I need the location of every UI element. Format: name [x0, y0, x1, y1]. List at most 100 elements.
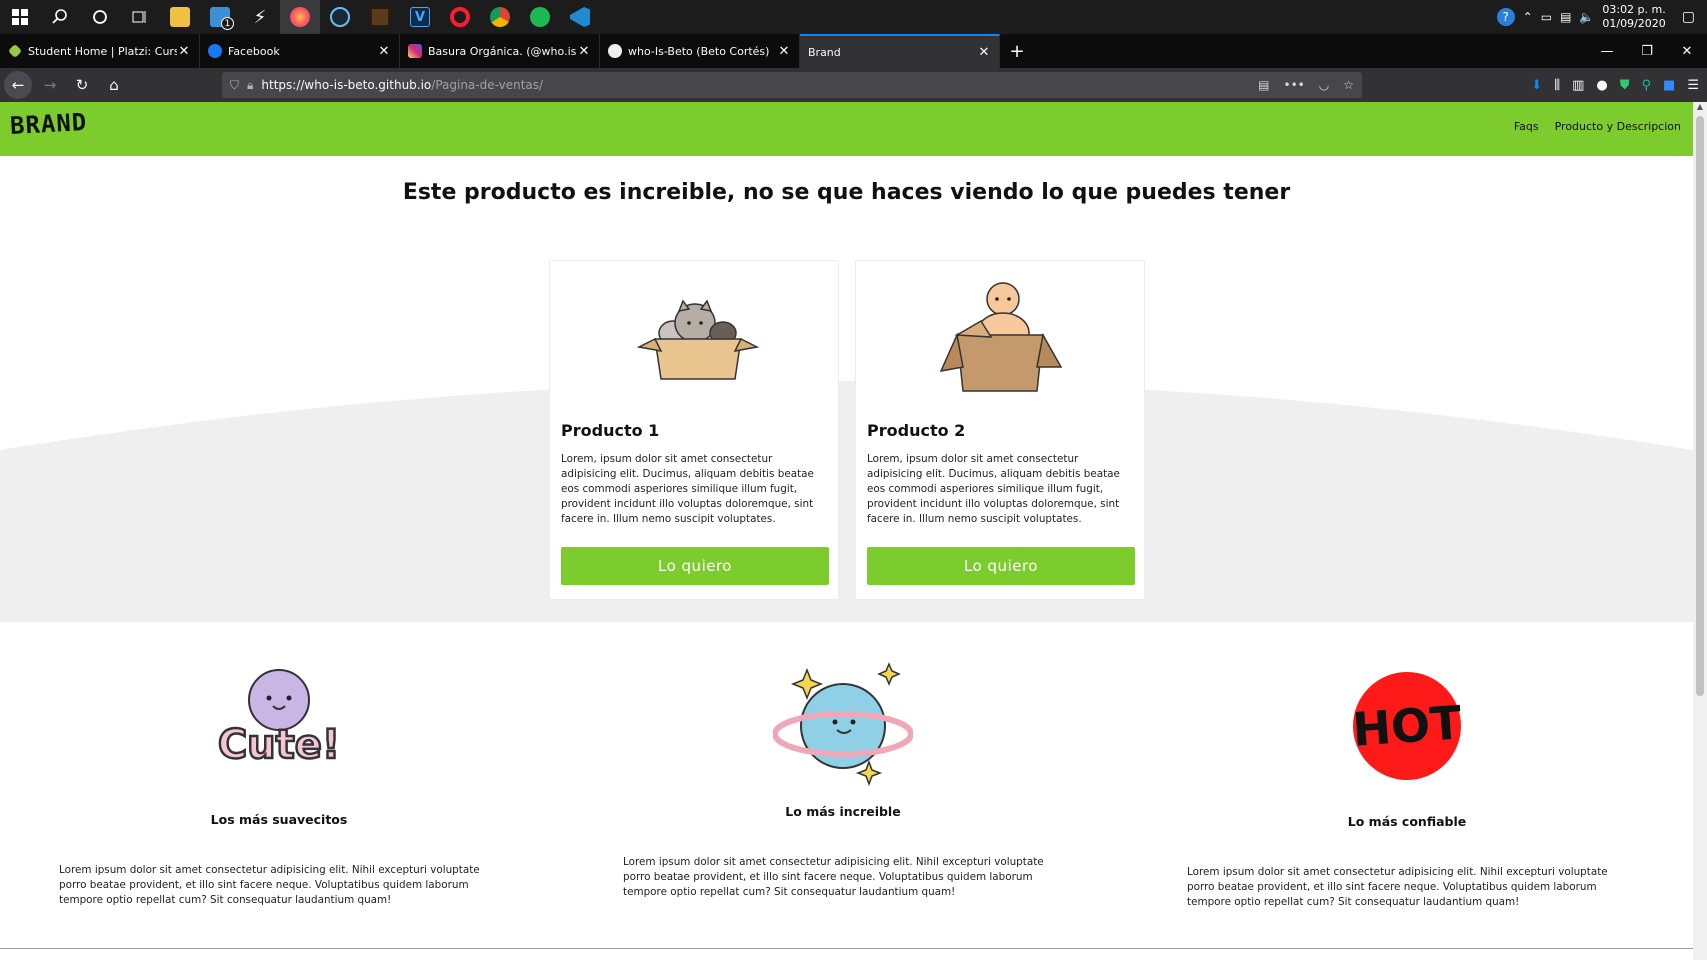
url-actions: ▤ ••• ◡ ☆: [1258, 72, 1354, 98]
v-app-icon[interactable]: V: [400, 0, 440, 34]
vscode-icon[interactable]: [560, 0, 600, 34]
mail-badge: 1: [221, 17, 234, 30]
cats-in-box-image: [550, 271, 840, 401]
bookmark-star-icon[interactable]: ☆: [1343, 78, 1354, 92]
tab-instagram[interactable]: Basura Orgánica. (@who.is.beto) ✕: [400, 34, 600, 68]
feature-item: Cute! Los más suavecitos Lorem ipsum dol…: [59, 662, 499, 908]
task-view-icon[interactable]: [120, 0, 160, 34]
hot-sticker-image: HOT: [1187, 666, 1627, 814]
extension-pin-icon[interactable]: ⚲: [1642, 78, 1652, 93]
forward-button[interactable]: →: [36, 71, 64, 99]
firefox-icon[interactable]: [280, 0, 320, 34]
volume-icon[interactable]: 🔈: [1579, 10, 1594, 24]
product-card: Producto 2 Lorem, ipsum dolor sit amet c…: [855, 260, 1145, 600]
windows-start-icon[interactable]: [0, 0, 40, 34]
close-tab-icon[interactable]: ✕: [177, 44, 191, 59]
close-tab-icon[interactable]: ✕: [977, 45, 991, 60]
nav-item-faqs[interactable]: Faqs: [1514, 120, 1539, 133]
help-icon[interactable]: ?: [1496, 8, 1515, 26]
sidebar-icon[interactable]: ▥: [1572, 78, 1584, 93]
network-icon[interactable]: ▤: [1560, 10, 1571, 24]
url-path: /Pagina-de-ventas/: [431, 78, 544, 92]
feature-text: Lorem ipsum dolor sit amet consectetur a…: [1187, 866, 1608, 908]
tab-brand[interactable]: Brand ✕: [800, 34, 1000, 68]
battery-icon[interactable]: ▭: [1541, 10, 1552, 24]
notifications-icon[interactable]: ▢: [1682, 9, 1695, 25]
hot-sticker-text: HOT: [1351, 695, 1464, 757]
download-icon[interactable]: ⬇: [1531, 78, 1542, 93]
product-title: Producto 2: [867, 421, 966, 440]
tab-title: who-Is-Beto (Beto Cortés): [628, 44, 770, 58]
minecraft-icon[interactable]: [360, 0, 400, 34]
nav-item-producto[interactable]: Producto y Descripcion: [1555, 120, 1681, 133]
menu-icon[interactable]: ☰: [1687, 78, 1699, 93]
toolbar: ⬇ ⫼ ▥ ● ⛊ ⚲ ■ ☰: [1531, 68, 1699, 102]
close-tab-icon[interactable]: ✕: [577, 44, 591, 59]
chevron-up-icon[interactable]: ⌃: [1523, 10, 1533, 24]
steam-icon[interactable]: [320, 0, 360, 34]
tab-platzi[interactable]: Student Home | Platzi: Cursos Online ✕: [0, 34, 200, 68]
close-tab-icon[interactable]: ✕: [377, 44, 391, 59]
new-tab-button[interactable]: +: [1000, 34, 1034, 68]
cute-sticker-image: Cute!: [59, 662, 499, 812]
more-actions-icon[interactable]: •••: [1284, 78, 1305, 92]
chrome-icon[interactable]: [480, 0, 520, 34]
browser-nav-bar: ← → ↻ ⌂ ⛉ 🔒︎ https://who-is-beto.github.…: [0, 68, 1707, 102]
page-viewport: BRAND Faqs Producto y Descripcion Este p…: [0, 102, 1693, 960]
cortana-icon[interactable]: [80, 0, 120, 34]
lock-icon[interactable]: 🔒︎: [247, 78, 253, 93]
spotify-icon[interactable]: [520, 0, 560, 34]
system-tray: ? ⌃ ▭ ▤ 🔈 03:02 p. m. 01/09/2020 ▢: [1496, 0, 1707, 34]
lo-quiero-button[interactable]: Lo quiero: [561, 547, 829, 585]
clock-date: 01/09/2020: [1602, 17, 1666, 30]
feature-title: Lo más increible: [785, 804, 901, 819]
lo-quiero-button[interactable]: Lo quiero: [867, 547, 1135, 585]
page-scrollbar[interactable]: ▲: [1693, 102, 1707, 960]
pocket-icon[interactable]: ◡: [1319, 78, 1329, 92]
shield-icon[interactable]: ⛉: [230, 78, 239, 93]
product-card: Producto 1 Lorem, ipsum dolor sit amet c…: [549, 260, 839, 600]
tab-facebook[interactable]: Facebook ✕: [200, 34, 400, 68]
search-icon[interactable]: [40, 0, 80, 34]
instagram-favicon-icon: [408, 44, 422, 58]
restore-icon[interactable]: ❐: [1627, 34, 1667, 68]
back-button[interactable]: ←: [4, 71, 32, 99]
tab-github[interactable]: who-Is-Beto (Beto Cortés) ✕: [600, 34, 800, 68]
url-bar[interactable]: ⛉ 🔒︎ https://who-is-beto.github.io /Pagi…: [222, 72, 1362, 98]
grey-curve-background: [0, 381, 1693, 622]
brand-logo[interactable]: BRAND: [9, 108, 88, 140]
close-window-icon[interactable]: ✕: [1667, 34, 1707, 68]
home-button[interactable]: ⌂: [100, 71, 128, 99]
baby-in-box-image: [856, 271, 1146, 401]
feature-title: Lo más confiable: [1347, 814, 1467, 829]
feature-item: Lo más increible Lorem ipsum dolor sit a…: [623, 658, 1063, 900]
window-controls: — ❐ ✕: [1587, 34, 1707, 68]
minimize-icon[interactable]: —: [1587, 34, 1627, 68]
opera-icon[interactable]: [440, 0, 480, 34]
file-explorer-icon[interactable]: [160, 0, 200, 34]
site-nav: Faqs Producto y Descripcion: [1514, 120, 1681, 133]
tab-title: Brand: [808, 45, 841, 59]
extension-shield-icon[interactable]: ⛊: [1620, 78, 1630, 93]
scroll-up-icon[interactable]: ▲: [1693, 102, 1707, 114]
scrollbar-thumb[interactable]: [1696, 116, 1704, 696]
library-icon[interactable]: ⫼: [1554, 78, 1560, 93]
account-icon[interactable]: ●: [1596, 78, 1607, 93]
tab-title: Student Home | Platzi: Cursos Online: [28, 44, 177, 58]
product-title: Producto 1: [561, 421, 660, 440]
feature-text: Lorem ipsum dolor sit amet consectetur a…: [59, 864, 480, 906]
github-favicon-icon: [608, 44, 622, 58]
clock[interactable]: 03:02 p. m. 01/09/2020: [1602, 3, 1665, 31]
tab-title: Facebook: [228, 44, 280, 58]
hero-title: Este producto es increible, no se que ha…: [402, 180, 1291, 205]
close-tab-icon[interactable]: ✕: [777, 44, 791, 59]
reload-button[interactable]: ↻: [68, 71, 96, 99]
feature-title: Los más suavecitos: [210, 812, 348, 827]
hyper-icon[interactable]: ⚡: [240, 0, 280, 34]
clock-time: 03:02 p. m.: [1602, 3, 1666, 16]
feature-text: Lorem ipsum dolor sit amet consectetur a…: [623, 856, 1044, 898]
reader-view-icon[interactable]: ▤: [1258, 78, 1269, 92]
zoom-extension-icon[interactable]: ■: [1663, 78, 1675, 93]
site-header: BRAND Faqs Producto y Descripcion: [0, 102, 1693, 156]
mail-icon[interactable]: 1: [200, 0, 240, 34]
